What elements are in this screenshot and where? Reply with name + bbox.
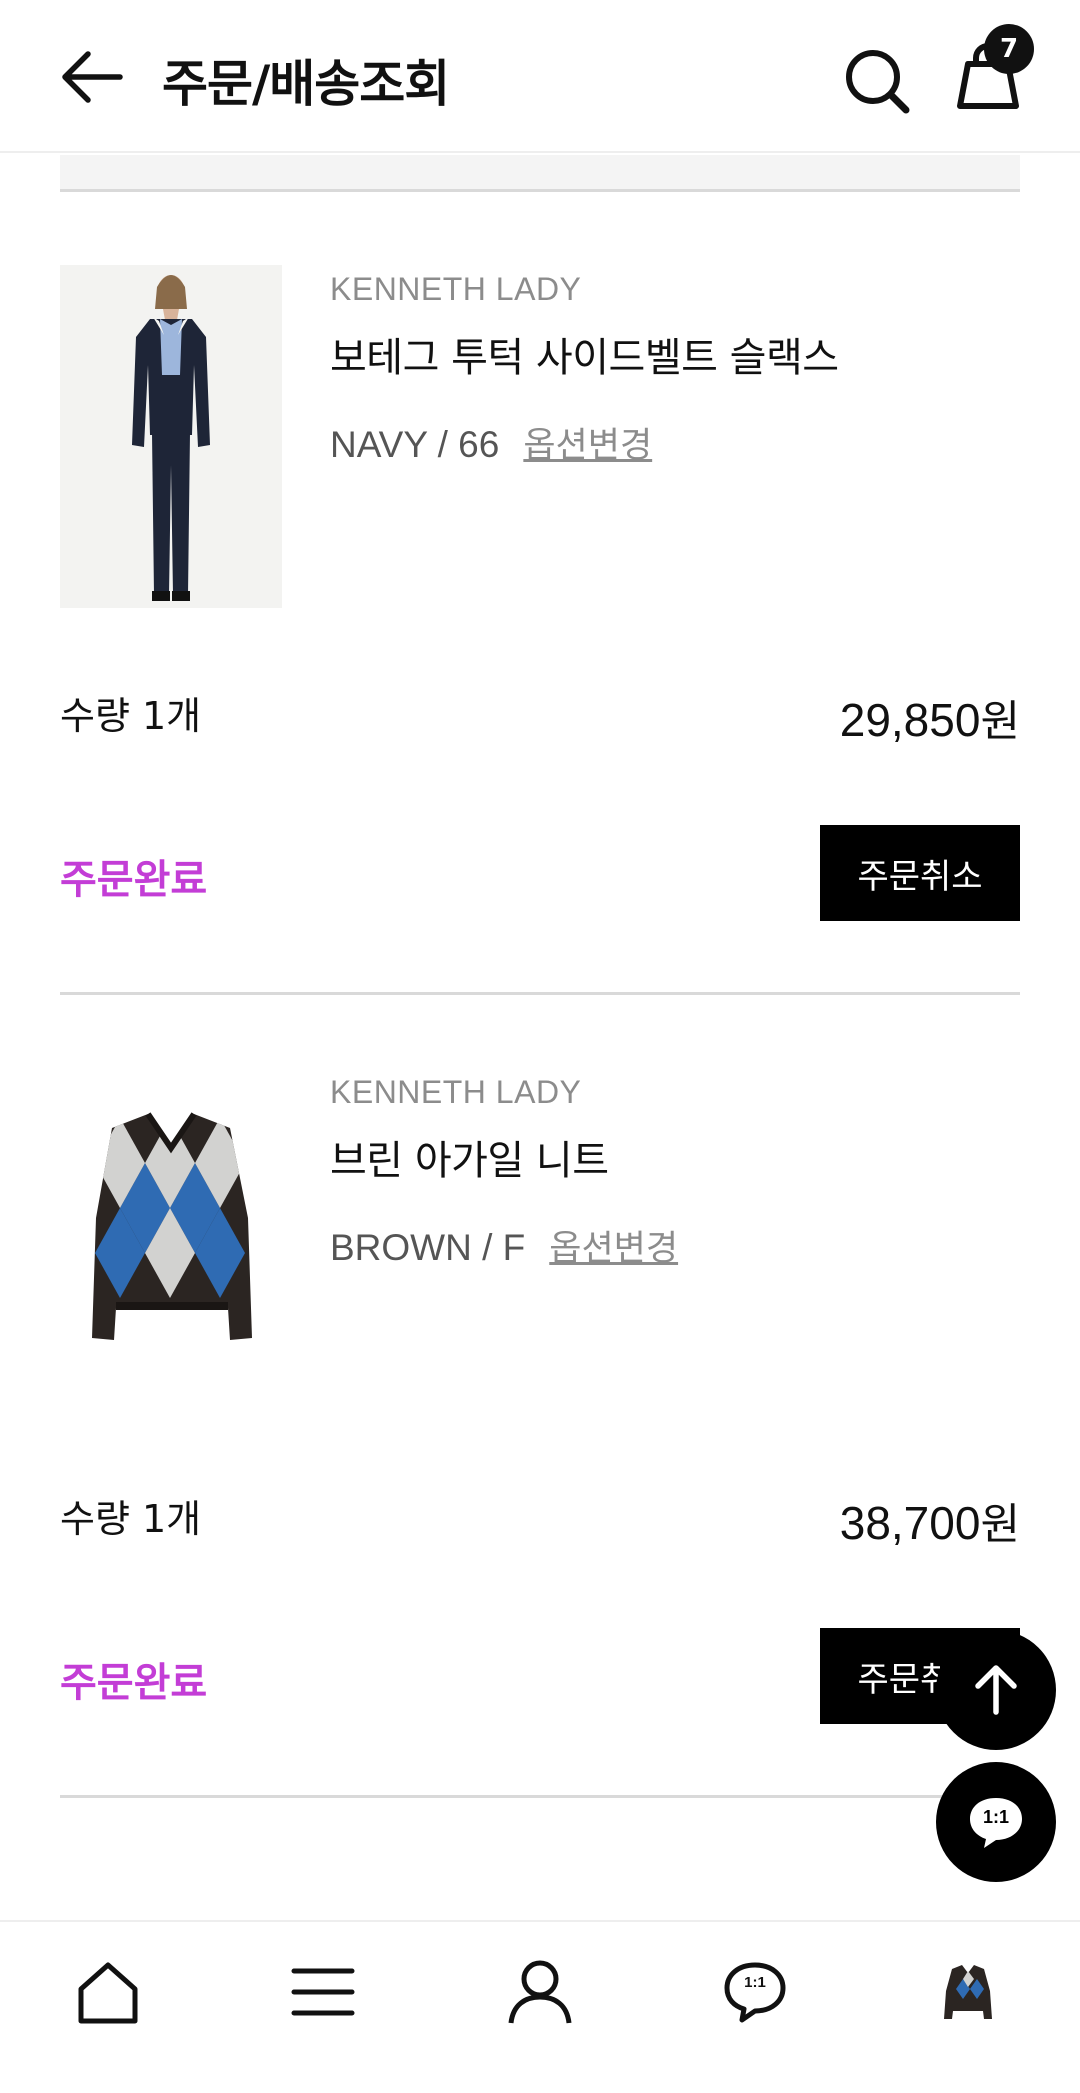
brand-name: KENNETH LADY bbox=[330, 271, 582, 307]
divider bbox=[60, 1795, 1020, 1798]
chat-button[interactable]: 1:1 bbox=[936, 1762, 1056, 1882]
page-title: 주문/배송조회 bbox=[162, 55, 450, 113]
arrow-up-icon bbox=[975, 1665, 1017, 1715]
nav-menu[interactable] bbox=[283, 1952, 363, 2032]
menu-icon bbox=[291, 1968, 355, 2016]
price: 38,700원 bbox=[840, 1490, 1020, 1552]
divider bbox=[60, 992, 1020, 995]
order-status: 주문완료 bbox=[60, 1660, 208, 1706]
chat-label: 1:1 bbox=[982, 1807, 1009, 1827]
nav-recent-product[interactable] bbox=[928, 1952, 1008, 2032]
brand-name: KENNETH LADY bbox=[330, 1074, 582, 1110]
top-header: 주문/배송조회 7 bbox=[0, 0, 1080, 153]
nav-home[interactable] bbox=[68, 1952, 148, 2032]
recent-product-thumbnail bbox=[940, 1961, 996, 2023]
search-button[interactable] bbox=[840, 42, 915, 117]
option-row: BROWN / F 옵션변경 bbox=[330, 1220, 678, 1271]
price-value: 38,700 bbox=[839, 1497, 981, 1549]
back-button[interactable] bbox=[55, 40, 130, 115]
order-item: KENNETH LADY 보테그 투턱 사이드벨트 슬랙스 NAVY / 66 옵… bbox=[0, 265, 1080, 1065]
home-icon bbox=[78, 1962, 138, 2024]
option-value: BROWN / F bbox=[330, 1227, 526, 1268]
option-change-link[interactable]: 옵션변경 bbox=[549, 1229, 678, 1269]
option-change-link[interactable]: 옵션변경 bbox=[523, 426, 652, 466]
order-tracking-page: 주문/배송조회 7 KENNETH LADY 보테그 투턱 사이드벨트 슬랙스 … bbox=[0, 0, 1080, 2093]
price-unit: 원 bbox=[980, 1500, 1020, 1550]
product-name[interactable]: 보테그 투턱 사이드벨트 슬랙스 bbox=[330, 325, 839, 383]
order-status: 주문완료 bbox=[60, 857, 208, 903]
price: 29,850원 bbox=[840, 687, 1020, 749]
cart-count-badge: 7 bbox=[984, 24, 1034, 74]
arrow-left-icon bbox=[62, 51, 123, 103]
price-value: 29,850 bbox=[839, 694, 981, 746]
search-icon bbox=[846, 50, 910, 114]
chat-bubble-icon bbox=[724, 1962, 786, 2023]
quantity-label: 수량 1개 bbox=[60, 1497, 202, 1541]
product-photo-knit bbox=[60, 1068, 282, 1411]
cancel-order-button[interactable]: 주문취소 bbox=[820, 825, 1020, 921]
price-unit: 원 bbox=[980, 697, 1020, 747]
bottom-navigation: 1:1 bbox=[0, 1920, 1080, 2093]
product-name[interactable]: 브린 아가일 니트 bbox=[330, 1128, 609, 1186]
divider bbox=[60, 189, 1020, 192]
option-row: NAVY / 66 옵션변경 bbox=[330, 417, 652, 468]
product-photo-slacks bbox=[60, 265, 282, 608]
quantity-label: 수량 1개 bbox=[60, 694, 202, 738]
order-info-strip bbox=[60, 155, 1020, 189]
option-value: NAVY / 66 bbox=[330, 424, 500, 465]
nav-chat[interactable]: 1:1 bbox=[715, 1952, 795, 2032]
nav-my-page[interactable] bbox=[500, 1952, 580, 2032]
order-item: KENNETH LADY 브린 아가일 니트 BROWN / F 옵션변경 수량 … bbox=[0, 1068, 1080, 1868]
user-icon bbox=[508, 1960, 572, 2024]
product-image[interactable] bbox=[60, 1068, 282, 1411]
product-image[interactable] bbox=[60, 265, 282, 608]
scroll-top-button[interactable] bbox=[936, 1630, 1056, 1750]
chat-label: 1:1 bbox=[744, 1974, 766, 1991]
